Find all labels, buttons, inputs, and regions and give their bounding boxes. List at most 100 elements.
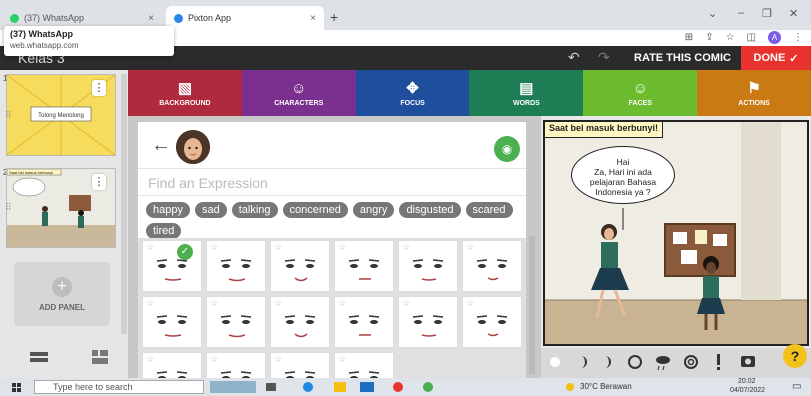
rate-comic-button[interactable]: RATE THIS COMIC xyxy=(634,52,731,64)
favorite-star-icon[interactable]: ☆ xyxy=(466,298,474,309)
face-icon: ☺ xyxy=(291,79,307,97)
character-avatar[interactable] xyxy=(176,130,210,164)
expression-thumbnail[interactable]: ☆ xyxy=(398,240,458,292)
panel-2-caption: Saat bel masuk berbunyi xyxy=(9,170,53,175)
drag-handle-icon[interactable]: ⠿ xyxy=(5,110,12,121)
category-label: FOCUS xyxy=(400,100,425,107)
bubble-line: Za, Hari ini ada xyxy=(594,167,652,177)
minimize-button[interactable]: – xyxy=(738,7,744,19)
tag-sad[interactable]: sad xyxy=(194,202,227,218)
notification-icon[interactable]: ▭ xyxy=(792,381,801,392)
expression-thumbnail[interactable]: ☆ xyxy=(206,240,266,292)
favorite-star-icon[interactable]: ☆ xyxy=(210,354,218,365)
tab-background[interactable]: ▧ BACKGROUND xyxy=(128,70,242,116)
expression-grid-scrollbar[interactable] xyxy=(529,236,535,374)
tab-characters[interactable]: ☺ CHARACTERS xyxy=(241,70,356,116)
tag-tired[interactable]: tired xyxy=(146,223,182,239)
category-toolbar: ▧ BACKGROUND ☺ CHARACTERS ✥ FOCUS ▤ WORD… xyxy=(128,70,811,116)
favorite-star-icon[interactable]: ☆ xyxy=(402,298,410,309)
tab-pixton[interactable]: Pixton App × xyxy=(166,6,324,30)
tag-happy[interactable]: happy xyxy=(146,202,190,218)
tab-search-icon[interactable]: ⌄ xyxy=(708,7,717,20)
expression-thumbnail[interactable]: ☆ xyxy=(142,296,202,348)
check-icon: ✓ xyxy=(789,52,799,65)
bookmark-star-icon[interactable]: ☆ xyxy=(726,32,735,43)
favorite-star-icon[interactable]: ☆ xyxy=(402,242,410,253)
favorite-star-icon[interactable]: ☆ xyxy=(210,298,218,309)
close-icon[interactable]: × xyxy=(310,13,316,24)
preview-eye-button[interactable]: ◉ xyxy=(494,136,520,162)
maximize-button[interactable]: ❐ xyxy=(762,7,772,20)
favorite-star-icon[interactable]: ☆ xyxy=(274,298,282,309)
new-tab-button[interactable]: + xyxy=(330,9,338,25)
favorite-star-icon[interactable]: ☆ xyxy=(146,298,154,309)
done-button[interactable]: DONE ✓ xyxy=(741,46,811,70)
add-panel-button[interactable]: + ADD PANEL xyxy=(14,262,110,326)
comic-panel[interactable]: Saat bel masuk berbunyi! Hai Za, Hari in… xyxy=(543,120,809,346)
focus-icon: ✥ xyxy=(406,80,419,97)
category-label: BACKGROUND xyxy=(159,100,211,107)
expression-chooser: ← ◉ Find an Expression happy sad talking… xyxy=(128,116,541,396)
chooser-header: ← ◉ xyxy=(138,122,526,168)
tooltip-url: web.whatsapp.com xyxy=(10,41,79,50)
tab-actions[interactable]: ⚑ ACTIONS xyxy=(697,70,811,116)
close-window-button[interactable]: ✕ xyxy=(789,7,798,20)
translate-icon[interactable]: ⊞ xyxy=(685,32,693,43)
expression-thumbnail[interactable]: ☆ xyxy=(270,240,330,292)
tab-faces[interactable]: ☺ FACES xyxy=(583,70,698,116)
favorite-star-icon[interactable]: ☆ xyxy=(466,242,474,253)
weather-status[interactable]: 30°C Berawan xyxy=(580,382,632,391)
drag-handle-icon[interactable]: ⠿ xyxy=(5,202,12,213)
bubble-line: Indonesia ya ? xyxy=(595,187,651,197)
expression-thumbnail[interactable]: ☆ xyxy=(334,240,394,292)
panel-strip-scrollbar[interactable] xyxy=(121,74,127,334)
windows-taskbar: Type here to search 30°C Berawan 20:02 0… xyxy=(0,378,811,396)
favorite-star-icon[interactable]: ☆ xyxy=(210,242,218,253)
back-arrow-icon[interactable]: ← xyxy=(151,134,171,157)
favorite-star-icon[interactable]: ☆ xyxy=(274,354,282,365)
close-icon[interactable]: × xyxy=(148,13,154,24)
sidebar-icon[interactable]: ◫ xyxy=(747,32,756,43)
panel-1-caption: Tolong Menolong xyxy=(38,113,84,119)
favorite-star-icon[interactable]: ☆ xyxy=(146,354,154,365)
expression-thumbnail[interactable]: ☆ xyxy=(462,296,522,348)
tab-words[interactable]: ▤ WORDS xyxy=(469,70,584,116)
image-icon: ▧ xyxy=(177,80,192,97)
expression-thumbnail[interactable]: ☆ xyxy=(270,296,330,348)
tab-hover-tooltip: (37) WhatsApp web.whatsapp.com xyxy=(4,26,174,56)
redo-icon[interactable]: ↷ xyxy=(598,49,610,66)
undo-icon[interactable]: ↶ xyxy=(568,49,580,66)
favorite-star-icon[interactable]: ☆ xyxy=(338,242,346,253)
tag-talking[interactable]: talking xyxy=(231,202,278,218)
add-panel-label: ADD PANEL xyxy=(38,302,86,312)
panel-menu-icon[interactable]: ⋮ xyxy=(92,80,106,96)
tab-focus[interactable]: ✥ FOCUS xyxy=(355,70,470,116)
comic-editor: Saat bel masuk berbunyi! Hai Za, Hari in… xyxy=(541,116,811,378)
expression-search-input[interactable]: Find an Expression xyxy=(138,168,526,196)
favorite-star-icon[interactable]: ☆ xyxy=(146,242,154,253)
expression-thumbnail[interactable]: ☆ xyxy=(206,296,266,348)
layout-icons xyxy=(30,350,108,364)
browser-menu-icon[interactable]: ⋮ xyxy=(793,32,803,43)
help-button[interactable]: ? xyxy=(783,344,807,368)
expression-thumbnail[interactable]: ☆ xyxy=(398,296,458,348)
tag-scared[interactable]: scared xyxy=(465,202,513,218)
expression-thumbnail[interactable]: ☆ xyxy=(334,296,394,348)
panel-menu-icon[interactable]: ⋮ xyxy=(92,174,106,190)
favorite-star-icon[interactable]: ☆ xyxy=(338,354,346,365)
comic-caption[interactable]: Saat bel masuk berbunyi! xyxy=(545,122,664,138)
pixton-icon xyxy=(174,13,183,23)
expression-thumbnail[interactable]: ☆ ✓ xyxy=(142,240,202,292)
browser-actions: ⊞ ⇪ ☆ ◫ A ⋮ xyxy=(685,31,803,44)
share-icon[interactable]: ⇪ xyxy=(705,32,713,43)
speech-bubble[interactable]: Hai Za, Hari ini ada pelajaran Bahasa In… xyxy=(571,146,675,204)
taskbar-search-input[interactable]: Type here to search xyxy=(34,380,204,394)
favorite-star-icon[interactable]: ☆ xyxy=(338,298,346,309)
profile-avatar[interactable]: A xyxy=(768,31,781,44)
tag-angry[interactable]: angry xyxy=(352,202,395,218)
tag-concerned[interactable]: concerned xyxy=(282,202,348,218)
expression-thumbnail[interactable]: ☆ xyxy=(462,240,522,292)
favorite-star-icon[interactable]: ☆ xyxy=(274,242,282,253)
tag-disgusted[interactable]: disgusted xyxy=(399,202,461,218)
run-icon: ⚑ xyxy=(747,80,761,97)
